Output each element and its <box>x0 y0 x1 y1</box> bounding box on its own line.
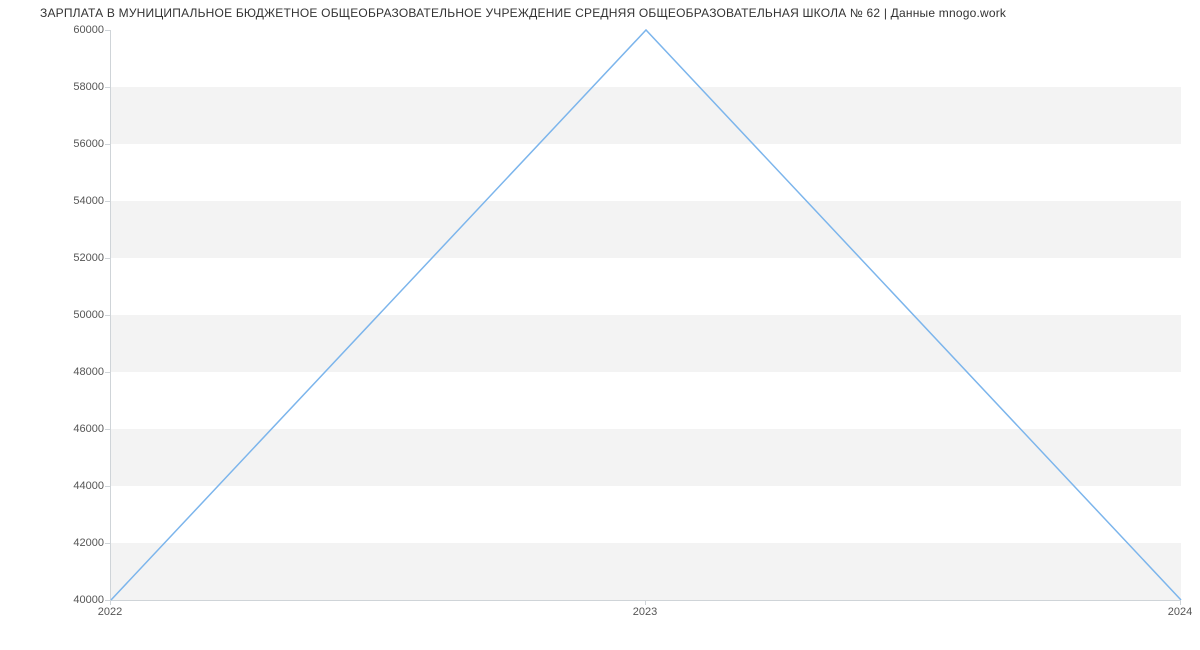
line-series <box>111 30 1181 600</box>
y-tick-label: 56000 <box>24 138 104 150</box>
y-tick-label: 48000 <box>24 366 104 378</box>
y-tick-label: 54000 <box>24 195 104 207</box>
y-tick-mark <box>105 486 110 487</box>
y-tick-label: 46000 <box>24 423 104 435</box>
x-tick-label: 2022 <box>98 606 122 618</box>
chart-title: ЗАРПЛАТА В МУНИЦИПАЛЬНОЕ БЮДЖЕТНОЕ ОБЩЕО… <box>40 6 1006 20</box>
y-tick-label: 58000 <box>24 81 104 93</box>
y-tick-mark <box>105 30 110 31</box>
x-tick-label: 2024 <box>1168 606 1192 618</box>
y-tick-mark <box>105 87 110 88</box>
chart-container: ЗАРПЛАТА В МУНИЦИПАЛЬНОЕ БЮДЖЕТНОЕ ОБЩЕО… <box>0 0 1200 650</box>
x-tick-mark <box>645 600 646 605</box>
y-tick-label: 42000 <box>24 537 104 549</box>
y-tick-label: 50000 <box>24 309 104 321</box>
y-tick-mark <box>105 372 110 373</box>
x-tick-mark <box>110 600 111 605</box>
y-tick-label: 44000 <box>24 480 104 492</box>
y-tick-label: 60000 <box>24 24 104 36</box>
y-tick-label: 52000 <box>24 252 104 264</box>
y-tick-label: 40000 <box>24 594 104 606</box>
y-tick-mark <box>105 429 110 430</box>
y-tick-mark <box>105 201 110 202</box>
y-tick-mark <box>105 144 110 145</box>
y-tick-mark <box>105 315 110 316</box>
plot-area <box>110 30 1181 601</box>
y-tick-mark <box>105 258 110 259</box>
series-line <box>111 30 1181 600</box>
x-tick-mark <box>1180 600 1181 605</box>
x-tick-label: 2023 <box>633 606 657 618</box>
y-tick-mark <box>105 543 110 544</box>
